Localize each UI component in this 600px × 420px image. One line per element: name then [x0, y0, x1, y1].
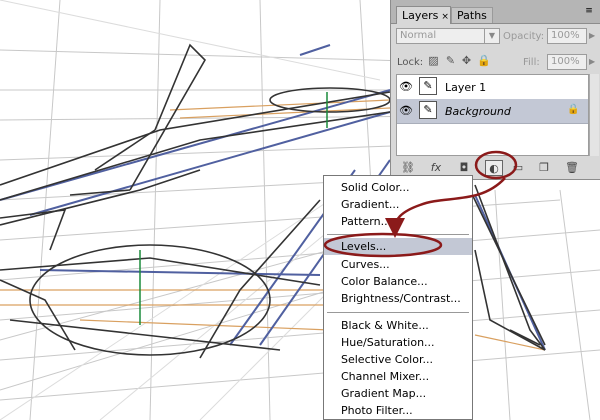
close-icon[interactable]: × — [441, 12, 449, 22]
lock-transparent-pixels-icon[interactable]: ▨ — [427, 54, 440, 67]
new-layer-icon[interactable]: ❐ — [535, 160, 553, 176]
layer-row-layer-1[interactable]: 👁 ✎ Layer 1 — [397, 75, 588, 100]
lock-icon: 🔒 — [567, 104, 580, 115]
layers-panel: Layers × Paths ≡ Normal ▼ Opacity: 100% ▶… — [390, 0, 600, 180]
layers-scrollbar[interactable] — [589, 74, 599, 156]
layer-name: Layer 1 — [445, 81, 487, 94]
layers-list: 👁 ✎ Layer 1 👁 ✎ Background 🔒 — [396, 74, 589, 156]
menu-item-gradient[interactable]: Gradient... — [324, 196, 472, 213]
eye-icon[interactable]: 👁 — [399, 104, 413, 118]
menu-separator — [327, 312, 469, 313]
tab-layers-label: Layers — [402, 9, 439, 22]
fill-slider-arrow-icon[interactable]: ▶ — [589, 57, 595, 66]
panel-menu-icon[interactable]: ≡ — [582, 5, 596, 17]
menu-item-brightness-contrast[interactable]: Brightness/Contrast... — [324, 290, 472, 307]
opacity-label: Opacity: — [503, 31, 545, 42]
trash-icon[interactable]: 🗑 — [563, 160, 581, 176]
fill-field[interactable]: 100% — [547, 54, 587, 70]
lock-image-pixels-icon[interactable]: ✎ — [444, 54, 457, 67]
chevron-down-icon: ▼ — [484, 29, 499, 43]
tab-paths[interactable]: Paths — [451, 7, 493, 23]
menu-item-hue-saturation[interactable]: Hue/Saturation... — [324, 334, 472, 351]
fill-label: Fill: — [523, 57, 540, 68]
layer-thumbnail: ✎ — [419, 101, 437, 119]
mask-icon[interactable]: ◘ — [455, 160, 473, 176]
fx-icon[interactable]: fx — [427, 160, 445, 176]
lock-position-icon[interactable]: ✥ — [460, 54, 473, 67]
opacity-field[interactable]: 100% — [547, 28, 587, 44]
eye-icon[interactable]: 👁 — [399, 80, 413, 94]
menu-item-selective-color[interactable]: Selective Color... — [324, 351, 472, 368]
layer-row-background[interactable]: 👁 ✎ Background 🔒 — [397, 99, 588, 124]
layer-thumbnail: ✎ — [419, 77, 437, 95]
tab-paths-label: Paths — [457, 9, 487, 22]
menu-item-channel-mixer[interactable]: Channel Mixer... — [324, 368, 472, 385]
menu-item-black-white[interactable]: Black & White... — [324, 317, 472, 334]
lock-all-icon[interactable]: 🔒 — [477, 54, 491, 67]
layer-name: Background — [445, 105, 511, 118]
menu-item-pattern[interactable]: Pattern... — [324, 213, 472, 230]
adjustment-layer-menu: Solid Color... Gradient... Pattern... Le… — [323, 175, 473, 420]
opacity-slider-arrow-icon[interactable]: ▶ — [589, 31, 595, 40]
blend-mode-select[interactable]: Normal ▼ — [396, 28, 500, 44]
blend-mode-value: Normal — [400, 30, 437, 41]
link-icon[interactable]: ⛓ — [399, 160, 417, 176]
adjustment-layer-icon[interactable]: ◐ — [485, 160, 503, 176]
panel-tab-bar: Layers × Paths ≡ — [391, 0, 600, 24]
folder-icon[interactable]: ▭ — [509, 160, 527, 176]
menu-item-curves[interactable]: Curves... — [324, 256, 472, 273]
menu-item-levels[interactable]: Levels... — [324, 238, 472, 255]
menu-item-photo-filter[interactable]: Photo Filter... — [324, 402, 472, 419]
menu-item-solid-color[interactable]: Solid Color... — [324, 179, 472, 196]
menu-item-gradient-map[interactable]: Gradient Map... — [324, 385, 472, 402]
menu-separator — [327, 234, 469, 235]
lock-label: Lock: — [397, 57, 424, 68]
menu-item-color-balance[interactable]: Color Balance... — [324, 273, 472, 290]
tab-layers[interactable]: Layers × — [396, 6, 451, 24]
